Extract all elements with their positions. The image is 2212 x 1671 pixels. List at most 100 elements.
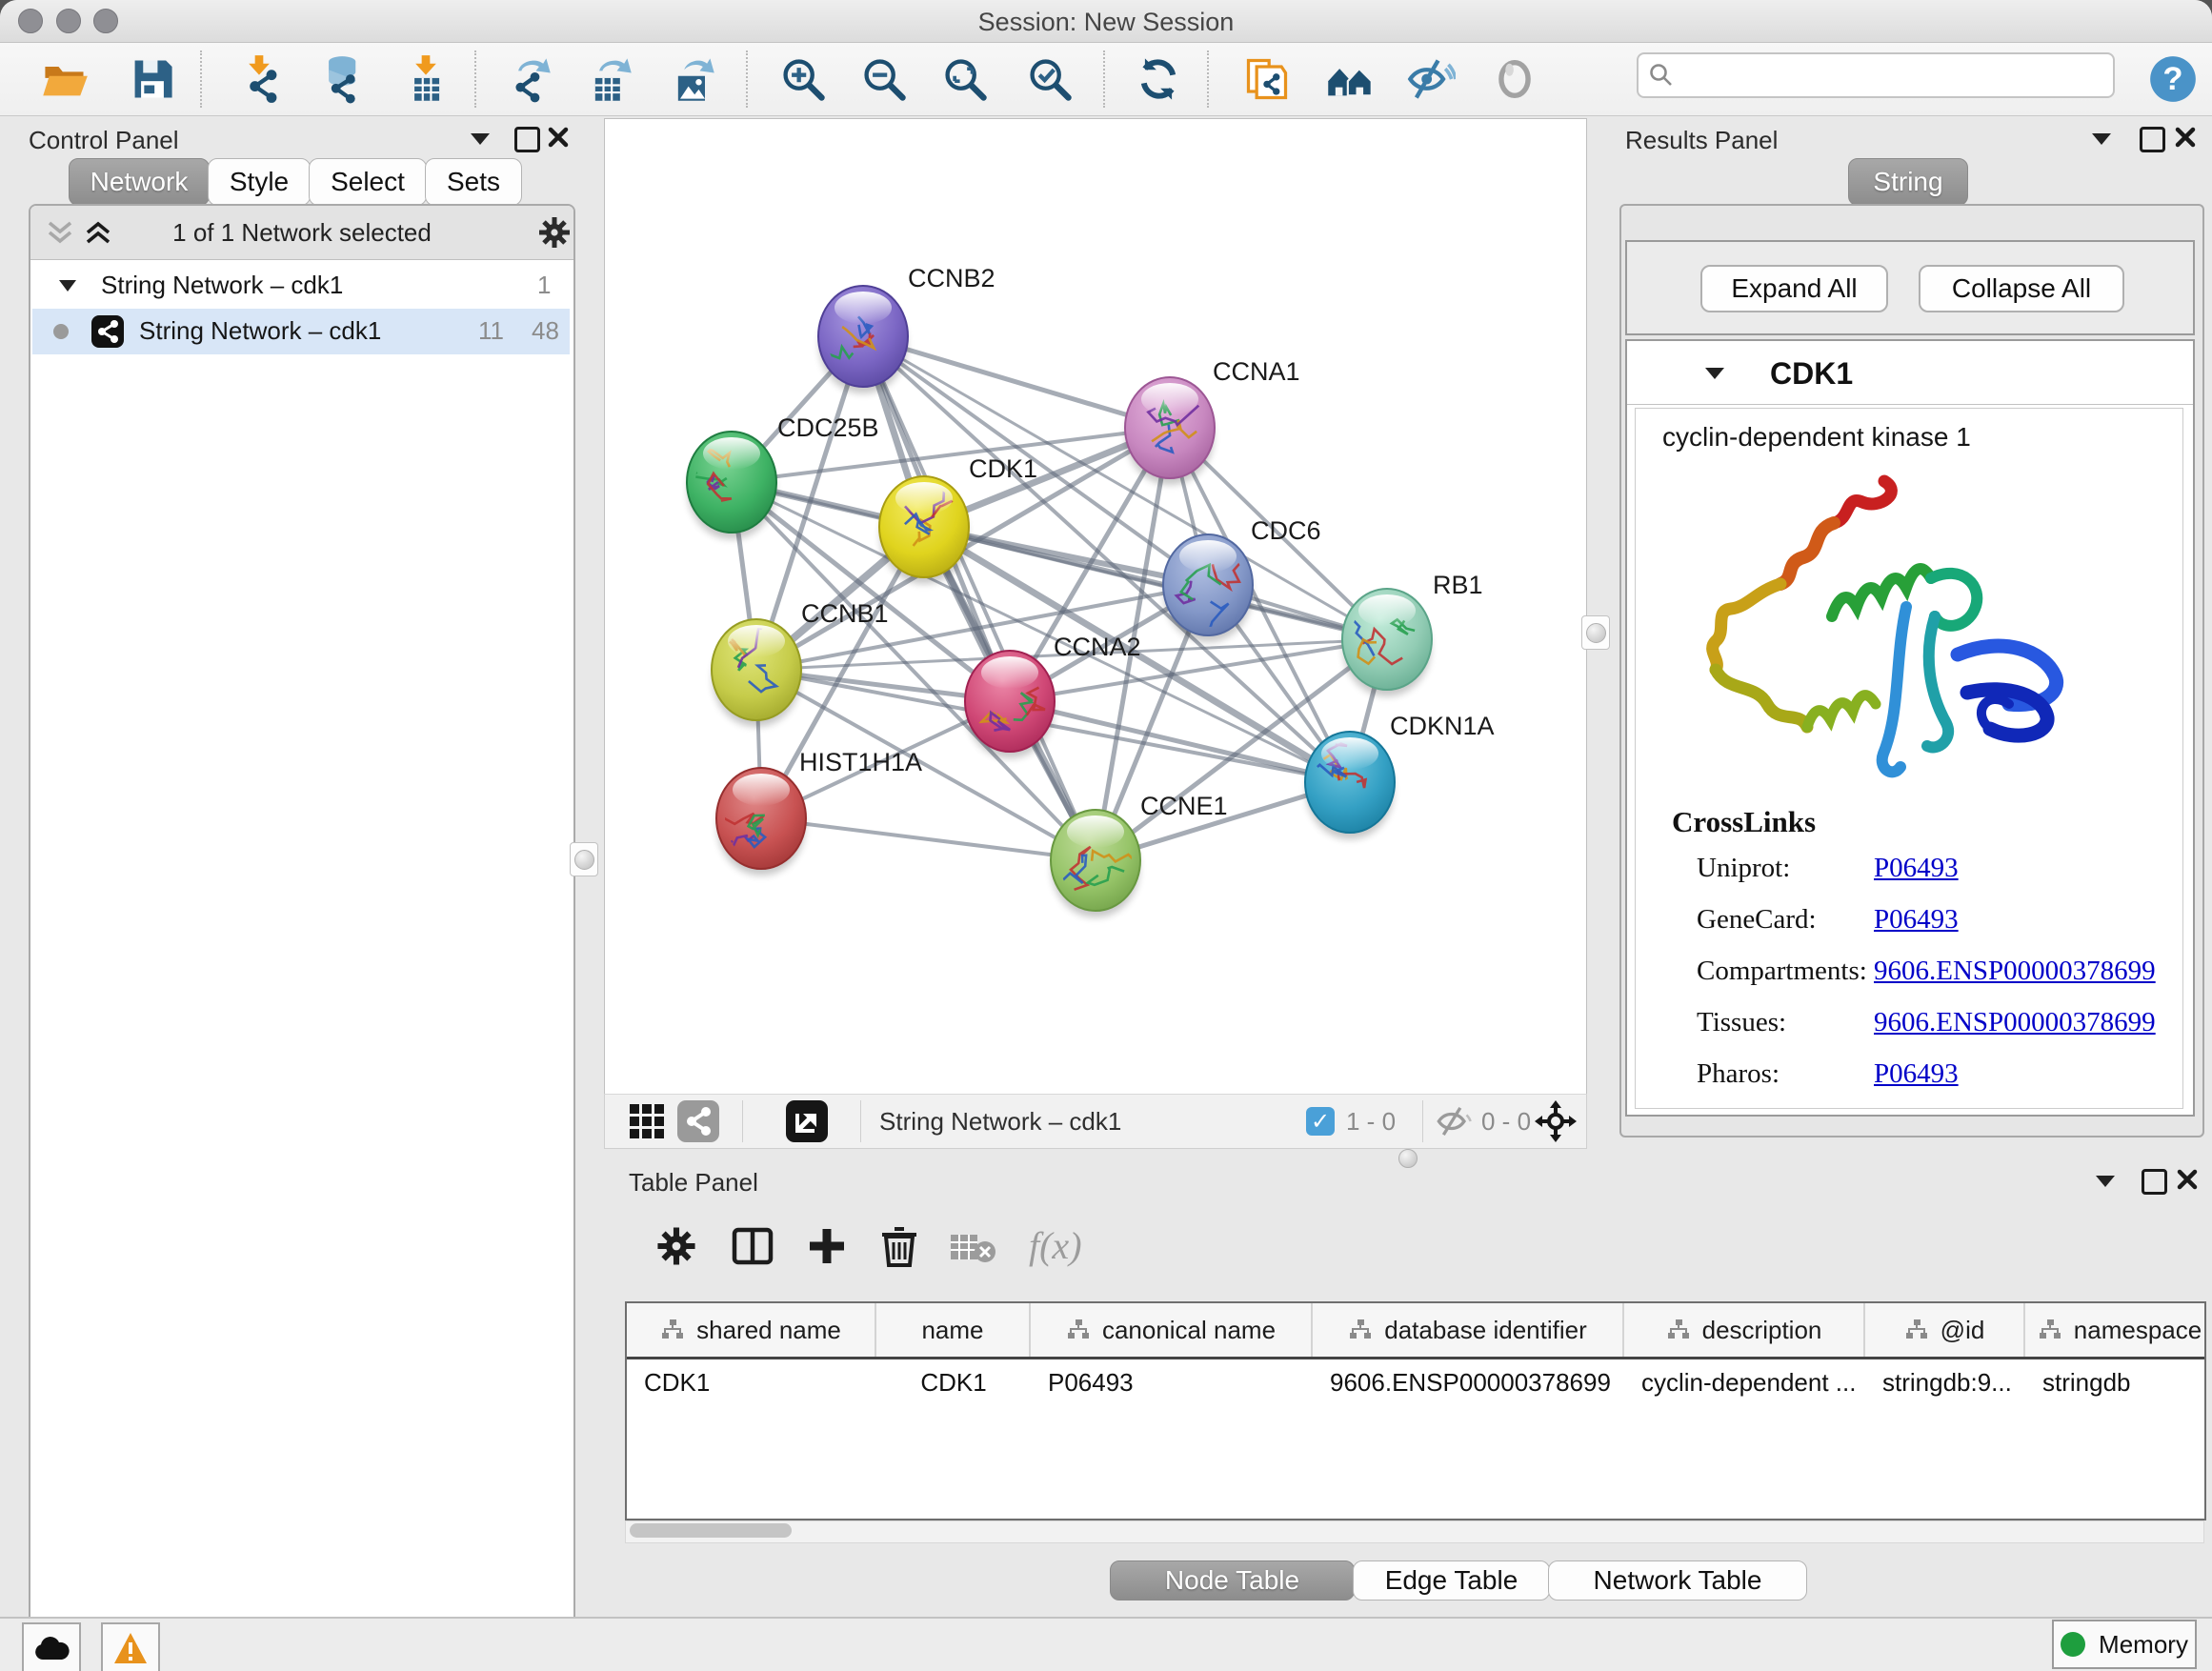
collapse-section-icon[interactable] [1705, 368, 1724, 379]
table-cell[interactable]: CDK1 [627, 1368, 876, 1398]
scrollbar-thumb[interactable] [630, 1523, 792, 1538]
network-overview-icon[interactable] [677, 1100, 719, 1142]
export-table-icon[interactable] [585, 54, 634, 104]
node-label: CCNA2 [1054, 633, 1141, 661]
add-column-icon[interactable] [804, 1223, 850, 1269]
panel-maximize-icon[interactable] [514, 127, 540, 152]
memory-button[interactable]: Memory [2052, 1620, 2197, 1669]
birdseye-icon[interactable] [1535, 1100, 1577, 1142]
control-panel-title: Control Panel [29, 126, 179, 155]
crosslink-link[interactable]: P06493 [1874, 1058, 1959, 1090]
tab-network-table[interactable]: Network Table [1548, 1560, 1807, 1601]
column-header-description[interactable]: description [1624, 1303, 1865, 1357]
tab-network[interactable]: Network [69, 158, 210, 206]
table-cell[interactable]: 9606.ENSP00000378699 [1313, 1368, 1624, 1398]
network-node[interactable]: CDC6 [1163, 516, 1321, 642]
export-network-icon[interactable] [504, 54, 553, 104]
selected-nodes-checkbox[interactable]: ✓ [1306, 1107, 1335, 1136]
save-session-icon[interactable] [128, 54, 177, 104]
panel-close-icon[interactable] [2176, 1168, 2199, 1191]
node-table[interactable]: shared namenamecanonical namedatabase id… [625, 1301, 2206, 1520]
tab-edge-table[interactable]: Edge Table [1353, 1560, 1550, 1601]
detach-view-icon[interactable] [786, 1100, 828, 1142]
table-gear-icon[interactable] [655, 1225, 697, 1267]
panel-float-icon[interactable] [471, 133, 490, 145]
network-node[interactable]: HIST1H1A [716, 748, 922, 876]
crosslink-row: Pharos: P06493 [1697, 1058, 1780, 1090]
table-cell[interactable]: cyclin-dependent ... [1624, 1368, 1865, 1398]
tab-style[interactable]: Style [208, 158, 311, 206]
hide-selected-eye-icon[interactable] [1406, 54, 1456, 104]
refresh-view-icon[interactable] [1134, 54, 1183, 104]
network-node-count: 11 [478, 316, 504, 346]
crosslink-link[interactable]: 9606.ENSP00000378699 [1874, 956, 2156, 987]
first-neighbors-icon[interactable] [1325, 54, 1375, 104]
zoom-selected-icon[interactable] [1025, 54, 1075, 104]
crosslink-link[interactable]: P06493 [1874, 853, 1959, 884]
collapse-all-button[interactable]: Collapse All [1919, 265, 2124, 312]
table-cell[interactable]: CDK1 [876, 1368, 1031, 1398]
import-network-file-icon[interactable] [234, 54, 284, 104]
network-edge[interactable] [863, 336, 1096, 860]
network-node[interactable]: RB1 [1342, 571, 1483, 696]
panel-maximize-icon[interactable] [2142, 1169, 2167, 1195]
network-edge[interactable] [761, 818, 1096, 860]
tree-expand-icon[interactable] [59, 280, 76, 292]
column-header-database-identifier[interactable]: database identifier [1313, 1303, 1624, 1357]
help-icon[interactable]: ? [2148, 54, 2198, 104]
gear-icon[interactable] [537, 215, 572, 250]
tab-sets[interactable]: Sets [425, 158, 522, 206]
tab-select[interactable]: Select [309, 158, 427, 206]
column-header--id[interactable]: @id [1865, 1303, 2025, 1357]
delete-column-icon[interactable] [876, 1223, 922, 1269]
network-node[interactable]: CDKN1A [1305, 712, 1495, 839]
table-horizontal-scrollbar[interactable] [625, 1520, 2204, 1543]
protein-card-header[interactable]: CDK1 [1627, 341, 2193, 405]
warnings-button[interactable] [101, 1622, 160, 1671]
crosslink-label: Uniprot: [1697, 853, 1790, 883]
network-node[interactable]: CCNE1 [1051, 792, 1228, 917]
right-splitter-handle[interactable] [1581, 615, 1610, 650]
search-field[interactable] [1637, 52, 2115, 98]
table-cell[interactable]: P06493 [1031, 1368, 1313, 1398]
tab-string[interactable]: String [1848, 158, 1968, 206]
open-session-icon[interactable] [40, 54, 90, 104]
table-row[interactable]: CDK1CDK1P064939606.ENSP00000378699cyclin… [627, 1359, 2204, 1405]
cloud-button[interactable] [22, 1622, 81, 1671]
title-bar: Session: New Session [0, 0, 2212, 43]
clone-network-icon[interactable] [1242, 54, 1292, 104]
show-all-eye-icon[interactable] [1490, 54, 1539, 104]
zoom-fit-icon[interactable] [940, 54, 990, 104]
search-input[interactable] [1680, 56, 2103, 91]
column-header-canonical-name[interactable]: canonical name [1031, 1303, 1313, 1357]
panel-float-icon[interactable] [2092, 133, 2111, 145]
crosslink-link[interactable]: 9606.ENSP00000378699 [1874, 1007, 2156, 1038]
grid-view-icon[interactable] [628, 1102, 666, 1140]
panel-close-icon[interactable] [547, 126, 570, 149]
network-collection-row[interactable]: String Network – cdk1 1 [32, 263, 570, 309]
crosslink-link[interactable]: P06493 [1874, 904, 1959, 936]
column-header-shared-name[interactable]: shared name [627, 1303, 876, 1357]
import-network-database-icon[interactable] [315, 54, 365, 104]
show-columns-icon[interactable] [730, 1223, 775, 1269]
network-canvas[interactable]: CCNB2CCNA1CDC25BCDK1CDC6RB1CCNB1CCNA2CDK… [604, 118, 1587, 1096]
table-cell[interactable]: stringdb:9... [1865, 1368, 2025, 1398]
node-label: CCNB2 [908, 264, 995, 292]
network-edge[interactable] [863, 336, 1170, 428]
expand-all-button[interactable]: Expand All [1700, 265, 1888, 312]
export-image-icon[interactable] [668, 54, 717, 104]
network-node[interactable]: CCNA1 [1125, 357, 1300, 485]
left-splitter-handle[interactable] [570, 842, 598, 876]
column-header-namespace[interactable]: namespace [2025, 1303, 2206, 1357]
table-cell[interactable]: stringdb [2025, 1368, 2206, 1398]
zoom-in-icon[interactable] [778, 54, 828, 104]
panel-float-icon[interactable] [2096, 1176, 2115, 1187]
panel-close-icon[interactable] [2174, 126, 2197, 149]
import-table-file-icon[interactable] [401, 54, 451, 104]
tab-node-table[interactable]: Node Table [1110, 1560, 1355, 1601]
zoom-out-icon[interactable] [859, 54, 909, 104]
panel-maximize-icon[interactable] [2140, 127, 2165, 152]
network-node[interactable]: CCNB1 [712, 599, 889, 727]
column-header-name[interactable]: name [876, 1303, 1031, 1357]
network-row[interactable]: String Network – cdk1 11 48 [32, 309, 570, 354]
